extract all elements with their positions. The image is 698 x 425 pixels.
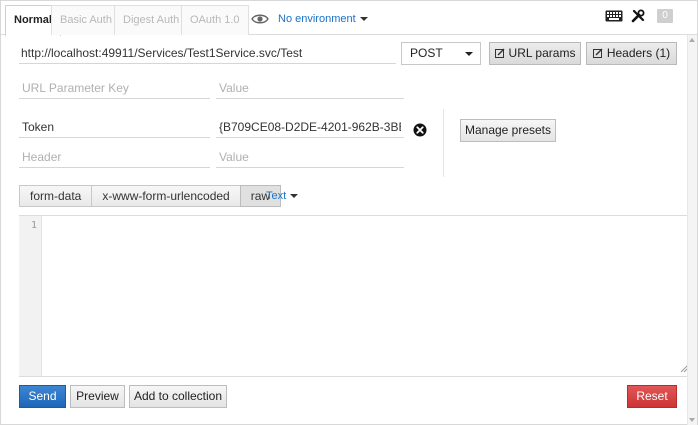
scrollbar[interactable] — [687, 35, 697, 425]
eye-icon — [251, 14, 269, 24]
request-builder: Normal Basic Auth Digest Auth OAuth 1.0 … — [0, 0, 698, 425]
scroll-up-icon[interactable] — [689, 38, 695, 42]
top-icons: 0 — [605, 9, 673, 23]
reset-button[interactable]: Reset — [627, 385, 677, 408]
url-param-value-input[interactable] — [216, 77, 404, 99]
manage-presets-button[interactable]: Manage presets — [460, 119, 556, 142]
text-mode-label: Text — [266, 190, 287, 202]
new-header-key-input[interactable] — [19, 146, 210, 168]
preview-button[interactable]: Preview — [70, 385, 125, 408]
auth-tab-bar: Normal Basic Auth Digest Auth OAuth 1.0 … — [1, 1, 697, 36]
edit-icon — [592, 48, 603, 58]
tab-basic-auth[interactable]: Basic Auth — [51, 5, 121, 35]
edit-icon — [494, 48, 505, 58]
headers-label: Headers (1) — [606, 46, 671, 60]
method-select[interactable]: POST — [401, 42, 481, 65]
url-input[interactable] — [19, 42, 396, 64]
body-type-form-data[interactable]: form-data — [19, 185, 93, 207]
body-type-urlencoded[interactable]: x-www-form-urlencoded — [91, 185, 241, 207]
url-params-button[interactable]: URL params — [489, 42, 581, 65]
send-button[interactable]: Send — [19, 385, 66, 408]
tab-digest-auth[interactable]: Digest Auth — [114, 5, 189, 35]
chevron-down-icon — [290, 194, 299, 199]
environment-label: No environment — [278, 13, 356, 25]
editor-gutter: 1 — [19, 216, 42, 376]
body-editor[interactable]: 1 — [19, 215, 691, 377]
method-label: POST — [410, 46, 443, 60]
scroll-down-icon[interactable] — [689, 418, 695, 422]
chevron-down-icon — [465, 52, 473, 56]
url-params-label: URL params — [508, 46, 576, 60]
header-value-input[interactable] — [216, 116, 404, 138]
wrench-icon[interactable] — [631, 9, 645, 23]
body-type-selector: form-data x-www-form-urlencoded raw — [19, 185, 282, 207]
keyboard-icon[interactable] — [605, 10, 623, 22]
environment-selector[interactable]: No environment — [251, 11, 368, 27]
header-key-input[interactable] — [19, 116, 210, 138]
add-to-collection-button[interactable]: Add to collection — [129, 385, 227, 408]
tab-oauth-1[interactable]: OAuth 1.0 — [181, 5, 249, 35]
chevron-down-icon — [359, 17, 368, 21]
text-mode-dropdown[interactable]: Text — [266, 190, 299, 202]
headers-button[interactable]: Headers (1) — [586, 42, 677, 65]
line-number: 1 — [30, 220, 37, 231]
remove-header-icon[interactable] — [413, 123, 427, 137]
count-badge[interactable]: 0 — [657, 9, 673, 23]
new-header-value-input[interactable] — [216, 146, 404, 168]
url-param-key-input[interactable] — [19, 77, 210, 99]
divider — [443, 109, 444, 177]
